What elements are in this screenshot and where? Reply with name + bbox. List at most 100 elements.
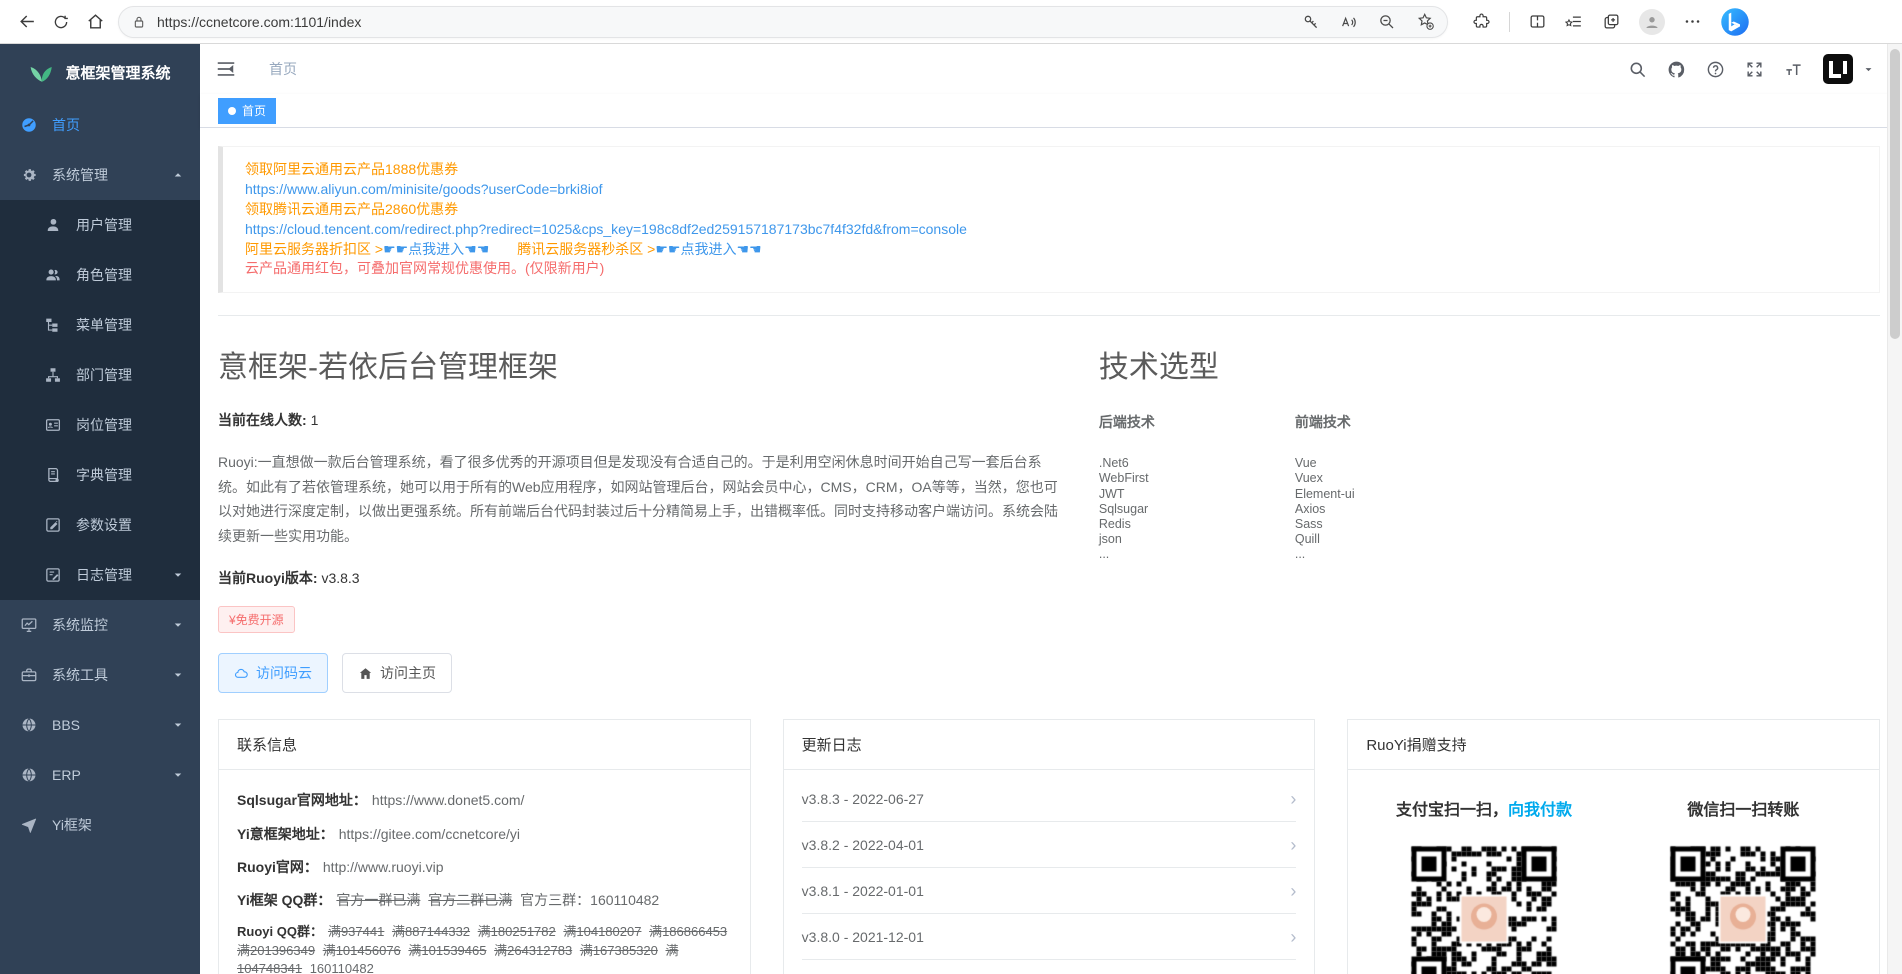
- contact-card-title: 联系信息: [219, 720, 750, 770]
- tab-actions-icon[interactable]: [1602, 12, 1621, 31]
- struck-value: 满167385320: [580, 943, 658, 958]
- sidebar-item-erp[interactable]: ERP: [0, 750, 200, 800]
- dashboard-icon: [20, 116, 38, 134]
- org-chart-icon: [44, 366, 62, 384]
- read-aloud-icon[interactable]: [1340, 13, 1358, 31]
- bing-copilot-icon[interactable]: [1720, 7, 1750, 37]
- changelog-entry-text: v3.8.3 - 2022-06-27: [802, 791, 924, 807]
- backend-tech-title: 后端技术: [1099, 412, 1295, 432]
- notice-text: 腾讯云服务器秒杀区 >: [489, 241, 655, 257]
- visit-gitee-button[interactable]: 访问码云: [218, 653, 328, 693]
- scrollbar-thumb[interactable]: [1890, 49, 1900, 339]
- sidebar-item-posts[interactable]: 岗位管理: [0, 400, 200, 450]
- sidebar-item-menus[interactable]: 菜单管理: [0, 300, 200, 350]
- app-title: 意框架管理系统: [65, 62, 170, 83]
- tab-home[interactable]: 首页: [218, 98, 276, 124]
- tencent-link[interactable]: https://cloud.tencent.com/redirect.php?r…: [245, 220, 1857, 240]
- tech-item: Quill: [1295, 532, 1491, 547]
- changelog-row[interactable]: v3.8.2 - 2022-04-01›: [802, 822, 1297, 868]
- online-count-value: 1: [311, 412, 319, 428]
- chevron-down-icon: [172, 669, 184, 681]
- cloud-icon: [234, 666, 249, 681]
- sidebar-item-label: 系统监控: [52, 615, 108, 635]
- changelog-row[interactable]: v3.8.0 - 2021-12-01 ›: [802, 914, 1297, 960]
- fullscreen-icon[interactable]: [1745, 60, 1764, 79]
- user-menu-caret-icon[interactable]: [1863, 64, 1874, 75]
- system-submenu: 用户管理 角色管理 菜单管理 部门管理 岗位管理 字典管理: [0, 200, 200, 600]
- address-bar[interactable]: https://ccnetcore.com:1101/index: [118, 6, 1448, 38]
- sidebar-item-users[interactable]: 用户管理: [0, 200, 200, 250]
- sidebar-item-roles[interactable]: 角色管理: [0, 250, 200, 300]
- changelog-row[interactable]: v3.8.1 - 2022-01-01›: [802, 868, 1297, 914]
- breadcrumb[interactable]: 首页: [269, 59, 297, 79]
- struck-value: 满186866453: [649, 924, 727, 939]
- sidebar-item-label: 系统工具: [52, 665, 108, 685]
- changelog-row[interactable]: v3.8.3 - 2022-06-27›: [802, 776, 1297, 822]
- struck-value: 满887144332: [392, 924, 470, 939]
- extensions-icon[interactable]: [1472, 12, 1491, 31]
- users-icon: [44, 266, 62, 284]
- changelog-entry-text: v3.8.2 - 2022-04-01: [802, 837, 924, 853]
- online-count-line: 当前在线人数: 1: [218, 410, 1063, 430]
- log-document-icon: [44, 566, 62, 584]
- online-count-label: 当前在线人数:: [218, 412, 307, 428]
- password-key-icon[interactable]: [1302, 13, 1320, 31]
- browser-profile-avatar[interactable]: [1639, 9, 1665, 35]
- url-text[interactable]: https://ccnetcore.com:1101/index: [157, 14, 1302, 30]
- sidebar-item-parameters[interactable]: 参数设置: [0, 500, 200, 550]
- tencent-enter-link[interactable]: ☛☛点我进入☚☚: [655, 241, 761, 257]
- browser-toolbar: https://ccnetcore.com:1101/index: [0, 0, 1902, 44]
- changelog-entry-text: v3.8.0 - 2021-12-01: [802, 929, 924, 945]
- search-icon[interactable]: [1628, 60, 1647, 79]
- visit-homepage-button[interactable]: 访问主页: [342, 653, 452, 693]
- changelog-card-body: v3.8.3 - 2022-06-27›v3.8.2 - 2022-04-01›…: [784, 770, 1315, 974]
- browser-home-button[interactable]: [78, 5, 112, 39]
- backend-tech-column: 后端技术 .Net6WebFirstJWTSqlsugarRedisjson..…: [1099, 410, 1295, 562]
- contact-card-body: Sqlsugar官网地址：https://www.donet5.com/Yi意框…: [219, 770, 750, 974]
- chevron-down-icon: [172, 569, 184, 581]
- sidebar-item-dictionary[interactable]: 字典管理: [0, 450, 200, 500]
- browser-menu-icon[interactable]: [1683, 12, 1702, 31]
- notice-text: 阿里云服务器折扣区 >: [245, 241, 383, 257]
- browser-refresh-button[interactable]: [44, 5, 78, 39]
- sidebar-item-logs[interactable]: 日志管理: [0, 550, 200, 600]
- sidebar-item-yi-framework[interactable]: Yi框架: [0, 800, 200, 850]
- contact-value: https://gitee.com/ccnetcore/yi: [339, 826, 520, 842]
- chevron-right-icon: ›: [1290, 928, 1296, 946]
- browser-back-button[interactable]: [10, 5, 44, 39]
- sidebar-item-home[interactable]: 首页: [0, 100, 200, 150]
- site-lock-icon[interactable]: [131, 14, 147, 30]
- sidebar-item-departments[interactable]: 部门管理: [0, 350, 200, 400]
- sidebar-item-bbs[interactable]: BBS: [0, 700, 200, 750]
- sidebar-item-label: 角色管理: [76, 265, 132, 285]
- page-scrollbar[interactable]: [1887, 44, 1902, 974]
- tech-item: WebFirst: [1099, 471, 1295, 486]
- app-logo[interactable]: 意框架管理系统: [0, 44, 200, 100]
- zoom-out-icon[interactable]: [1378, 13, 1396, 31]
- split-screen-icon[interactable]: [1528, 12, 1547, 31]
- changelog-row[interactable]: v3.7.0 - 2021-09-13›: [802, 960, 1297, 974]
- user-avatar-logo[interactable]: [1823, 54, 1853, 84]
- home-icon: [358, 666, 373, 681]
- backend-tech-list: .Net6WebFirstJWTSqlsugarRedisjson...: [1099, 456, 1295, 562]
- favorite-star-icon[interactable]: [1416, 12, 1435, 31]
- sidebar-toggle-icon[interactable]: [215, 58, 237, 80]
- wechat-qr-code: [1668, 844, 1818, 974]
- aliyun-enter-link[interactable]: ☛☛点我进入☚☚: [383, 241, 489, 257]
- aliyun-link[interactable]: https://www.aliyun.com/minisite/goods?us…: [245, 180, 1857, 200]
- sidebar-item-monitor[interactable]: 系统监控: [0, 600, 200, 650]
- help-icon[interactable]: [1706, 60, 1725, 79]
- tech-item: Axios: [1295, 502, 1491, 517]
- alipay-pay-link[interactable]: 向我付款: [1508, 802, 1572, 819]
- user-icon: [44, 216, 62, 234]
- leaf-logo-icon: [29, 59, 55, 85]
- sidebar-item-tools[interactable]: 系统工具: [0, 650, 200, 700]
- contact-label: Ruoyi QQ群：: [237, 924, 323, 939]
- sidebar-item-system[interactable]: 系统管理: [0, 150, 200, 200]
- tech-item: ...: [1099, 547, 1295, 562]
- monitor-icon: [20, 616, 38, 634]
- struck-value: 满201396349: [237, 943, 315, 958]
- github-icon[interactable]: [1667, 60, 1686, 79]
- font-size-icon[interactable]: [1784, 60, 1803, 79]
- collections-icon[interactable]: [1565, 12, 1584, 31]
